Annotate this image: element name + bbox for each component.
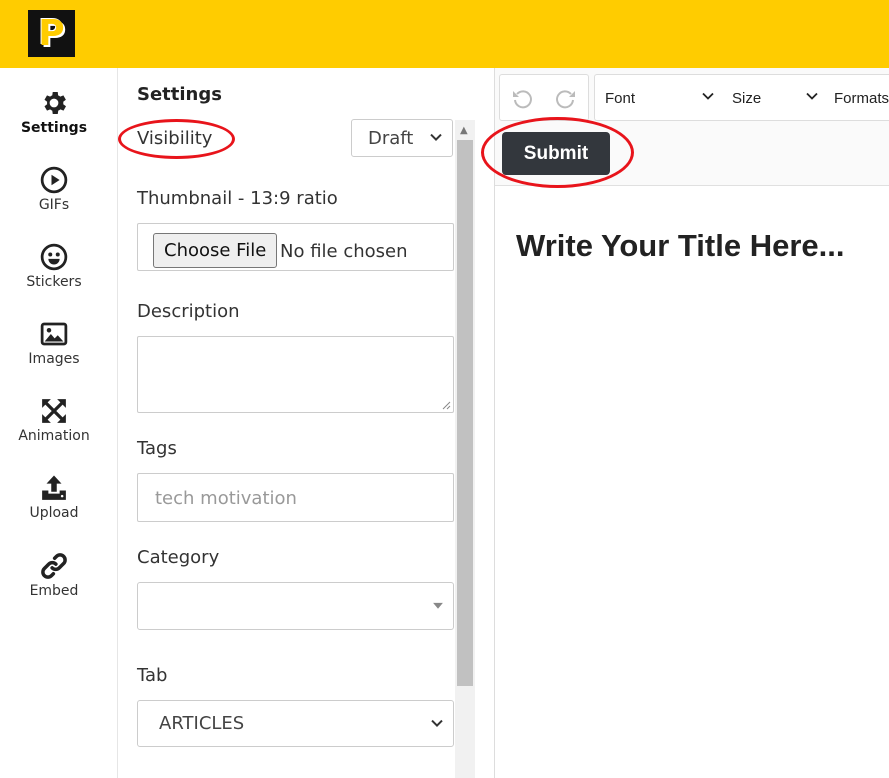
- nav-item-images[interactable]: Images: [0, 319, 108, 367]
- tags-placeholder: tech motivation: [155, 488, 297, 509]
- nav-label: Embed: [29, 583, 79, 599]
- nav-label: Stickers: [26, 274, 82, 290]
- category-label: Category: [137, 547, 220, 568]
- visibility-label: Visibility: [137, 128, 213, 149]
- upload-icon: [42, 475, 66, 500]
- thumbnail-label: Thumbnail - 13:9 ratio: [137, 188, 338, 209]
- nav-label: GIFs: [38, 197, 70, 213]
- chevron-down-icon[interactable]: [805, 89, 819, 103]
- play-circle-icon: [40, 166, 68, 194]
- tab-select[interactable]: ARTICLES: [137, 700, 454, 747]
- submit-button[interactable]: Submit: [502, 132, 610, 175]
- size-dropdown-label[interactable]: Size: [732, 90, 761, 107]
- expand-arrows-icon: [42, 399, 66, 423]
- formats-dropdown-label[interactable]: Formats: [834, 90, 889, 107]
- nav-item-animation[interactable]: Animation: [0, 396, 108, 444]
- nav-item-upload[interactable]: Upload: [0, 473, 108, 521]
- visibility-select[interactable]: Draft: [351, 119, 453, 157]
- caret-down-icon: [433, 602, 443, 609]
- format-group: Font Size Formats: [594, 74, 889, 121]
- tab-label: Tab: [137, 665, 168, 686]
- settings-title: Settings: [137, 84, 222, 105]
- resize-handle-icon[interactable]: [441, 400, 451, 410]
- tags-input[interactable]: tech motivation: [137, 473, 454, 522]
- smiley-icon: [40, 243, 68, 271]
- logo-letter: P: [38, 12, 65, 54]
- font-dropdown-label[interactable]: Font: [605, 90, 635, 107]
- site-logo[interactable]: P: [28, 10, 75, 57]
- link-icon: [41, 553, 67, 579]
- editor-toolbar: Font Size Formats Submit: [495, 68, 889, 186]
- scrollbar-thumb[interactable]: [457, 140, 473, 686]
- title-editable[interactable]: Write Your Title Here...: [516, 228, 844, 264]
- scroll-up-arrow-icon[interactable]: ▲: [460, 125, 468, 136]
- thumbnail-file-input: Choose File No file chosen: [137, 223, 454, 271]
- nav-label: Images: [28, 351, 80, 367]
- nav-item-settings[interactable]: Settings: [0, 88, 108, 136]
- redo-icon[interactable]: [554, 87, 578, 111]
- chevron-down-icon[interactable]: [701, 89, 715, 103]
- chevron-down-icon: [431, 719, 443, 727]
- category-select[interactable]: [137, 582, 454, 630]
- tags-label: Tags: [137, 438, 177, 459]
- description-textarea[interactable]: [137, 336, 454, 413]
- top-bar: P: [0, 0, 889, 68]
- editor-pane: Font Size Formats Submit Write Your Titl…: [494, 68, 889, 778]
- nav-label: Animation: [18, 428, 90, 444]
- choose-file-button[interactable]: Choose File: [153, 233, 278, 268]
- chevron-down-icon: [430, 133, 442, 142]
- settings-scrollbar[interactable]: ▲: [455, 120, 475, 778]
- tab-value: ARTICLES: [159, 713, 245, 734]
- no-file-text: No file chosen: [280, 241, 408, 262]
- visibility-value: Draft: [368, 127, 414, 149]
- gear-icon: [44, 92, 66, 114]
- undo-icon[interactable]: [510, 87, 534, 111]
- nav-item-stickers[interactable]: Stickers: [0, 242, 108, 290]
- nav-item-embed[interactable]: Embed: [0, 551, 108, 599]
- nav-label: Settings: [20, 120, 88, 136]
- history-group: [499, 74, 589, 121]
- image-icon: [40, 322, 68, 346]
- left-nav: Settings GIFs Stickers Images Animation …: [0, 68, 118, 778]
- settings-panel: Settings Visibility Draft Thumbnail - 13…: [118, 68, 456, 778]
- nav-item-gifs[interactable]: GIFs: [0, 165, 108, 213]
- nav-label: Upload: [29, 505, 79, 521]
- description-label: Description: [137, 301, 240, 322]
